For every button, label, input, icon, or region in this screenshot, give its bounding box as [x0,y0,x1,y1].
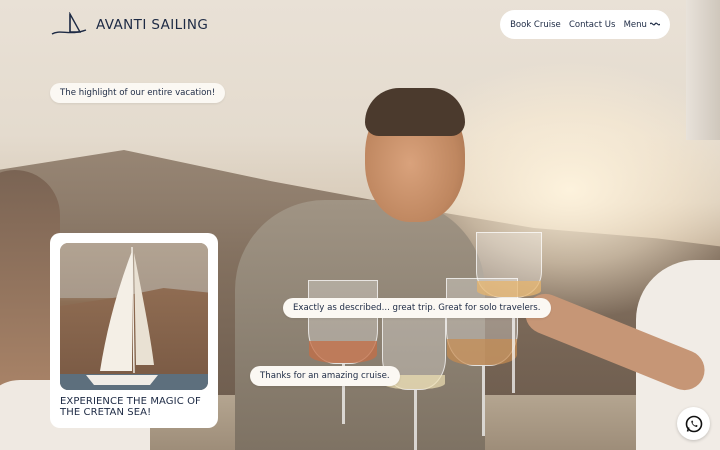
brand-name: AVANTI SAILING [96,17,209,33]
review-bubble: The highlight of our entire vacation! [50,83,226,103]
whatsapp-icon [685,415,702,432]
top-nav: Book Cruise Contact Us Menu [500,10,670,39]
promo-card[interactable]: EXPERIENCE THE MAGIC OF THE CRETAN SEA! [50,233,218,428]
review-bubble: Thanks for an amazing cruise. [250,366,400,386]
whatsapp-chat-button[interactable] [677,407,710,440]
wine-glass-stem [482,366,485,436]
promo-card-title: EXPERIENCE THE MAGIC OF THE CRETAN SEA! [60,396,208,418]
wine-glass-stem [414,390,417,450]
sailboat-icon [86,246,158,385]
review-bubble: Exactly as described... great trip. Grea… [283,298,551,318]
book-cruise-link[interactable]: Book Cruise [510,20,561,30]
mast-pole [686,0,720,140]
promo-title-line-1: EXPERIENCE THE MAGIC OF [60,396,201,407]
brand-logo[interactable]: AVANTI SAILING [50,12,208,38]
sailboat-photo [60,243,208,390]
sail-logo-icon [51,12,87,35]
menu-label: Menu [623,19,647,30]
wine-glass [308,280,378,364]
menu-button[interactable]: Menu [623,19,661,30]
promo-title-line-2: THE CRETAN SEA! [60,407,152,418]
wine-glass [476,232,542,298]
contact-us-link[interactable]: Contact Us [569,20,615,30]
man-hair [365,88,465,136]
wave-icon [649,20,661,29]
